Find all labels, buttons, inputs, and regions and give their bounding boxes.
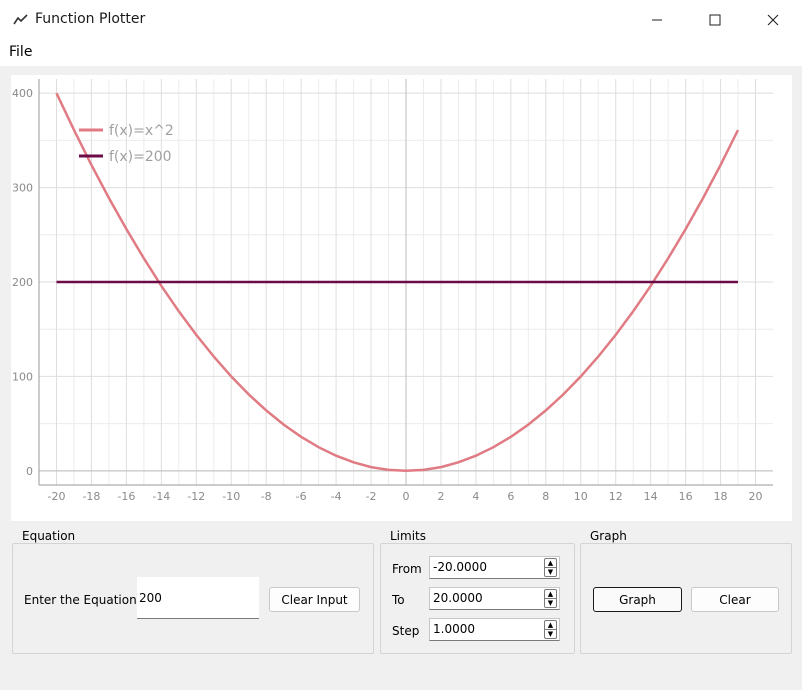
to-stepper[interactable]: ▲ ▼ (544, 589, 557, 608)
menu-file[interactable]: File (9, 44, 32, 60)
x-tick-label: 8 (542, 490, 549, 503)
plot-area: -20 -18 -16 -14 -12 -10 -8 -6 -4 -2 0 2 4 6 8 10 12 14 16 1… (11, 75, 792, 521)
step-label: Step (392, 624, 420, 638)
maximize-icon (709, 14, 721, 26)
menu-bar (0, 40, 802, 66)
legend-label: f(x)=x^2 (109, 123, 174, 139)
down-arrow-icon[interactable]: ▼ (545, 599, 556, 607)
x-tick-label: 20 (749, 490, 763, 503)
step-spinbox[interactable]: 1.0000 ▲ ▼ (429, 618, 560, 641)
y-tick-label: 300 (12, 182, 33, 195)
x-tick-label: 12 (609, 490, 623, 503)
limits-group-title: Limits (387, 529, 429, 543)
equation-group-title: Equation (19, 529, 79, 543)
minimize-button[interactable] (628, 0, 686, 40)
x-tick-label: -16 (117, 490, 135, 503)
to-label: To (392, 593, 405, 607)
window-title: Function Plotter (35, 11, 146, 27)
legend-label: f(x)=200 (109, 149, 172, 165)
title-bar: Function Plotter (0, 0, 802, 40)
down-arrow-icon[interactable]: ▼ (545, 568, 556, 576)
from-value: -20.0000 (433, 560, 487, 574)
chart-line-icon (13, 14, 28, 25)
y-tick-label: 100 (12, 370, 33, 383)
minimize-icon (652, 19, 662, 21)
x-tick-label: -8 (261, 490, 272, 503)
step-stepper[interactable]: ▲ ▼ (544, 620, 557, 639)
x-tick-label: -12 (187, 490, 205, 503)
equation-label: Enter the Equation (24, 593, 137, 607)
graph-button[interactable]: Graph (593, 587, 682, 612)
from-label: From (392, 562, 422, 576)
x-tick-label: -14 (152, 490, 170, 503)
y-tick-label: 400 (12, 87, 33, 100)
close-icon (767, 14, 779, 26)
x-tick-label: -6 (296, 490, 307, 503)
y-tick-label: 200 (12, 276, 33, 289)
clear-input-button[interactable]: Clear Input (269, 587, 360, 612)
x-tick-label: -4 (331, 490, 342, 503)
up-arrow-icon[interactable]: ▲ (545, 559, 556, 568)
x-tick-label: 0 (403, 490, 410, 503)
x-tick-label: 2 (437, 490, 444, 503)
from-spinbox[interactable]: -20.0000 ▲ ▼ (429, 556, 560, 579)
x-tick-label: -20 (47, 490, 65, 503)
to-value: 20.0000 (433, 591, 483, 605)
x-tick-label: 14 (644, 490, 658, 503)
maximize-button[interactable] (686, 0, 744, 40)
x-tick-label: 18 (714, 490, 728, 503)
step-value: 1.0000 (433, 622, 475, 636)
up-arrow-icon[interactable]: ▲ (545, 590, 556, 599)
from-stepper[interactable]: ▲ ▼ (544, 558, 557, 577)
x-tick-label: 10 (574, 490, 588, 503)
x-tick-label: 6 (507, 490, 514, 503)
equation-input[interactable] (137, 577, 259, 619)
x-tick-label: -10 (222, 490, 240, 503)
clear-button[interactable]: Clear (691, 587, 779, 612)
up-arrow-icon[interactable]: ▲ (545, 621, 556, 630)
x-tick-label: -2 (366, 490, 377, 503)
function-plot: -20 -18 -16 -14 -12 -10 -8 -6 -4 -2 0 2 4 6 8 10 12 14 16 1… (12, 79, 773, 503)
x-tick-label: -18 (82, 490, 100, 503)
graph-group-title: Graph (587, 529, 630, 543)
close-button[interactable] (744, 0, 802, 40)
down-arrow-icon[interactable]: ▼ (545, 630, 556, 638)
to-spinbox[interactable]: 20.0000 ▲ ▼ (429, 587, 560, 610)
x-tick-label: 4 (472, 490, 479, 503)
y-tick-label: 0 (26, 465, 33, 478)
x-tick-label: 16 (679, 490, 693, 503)
